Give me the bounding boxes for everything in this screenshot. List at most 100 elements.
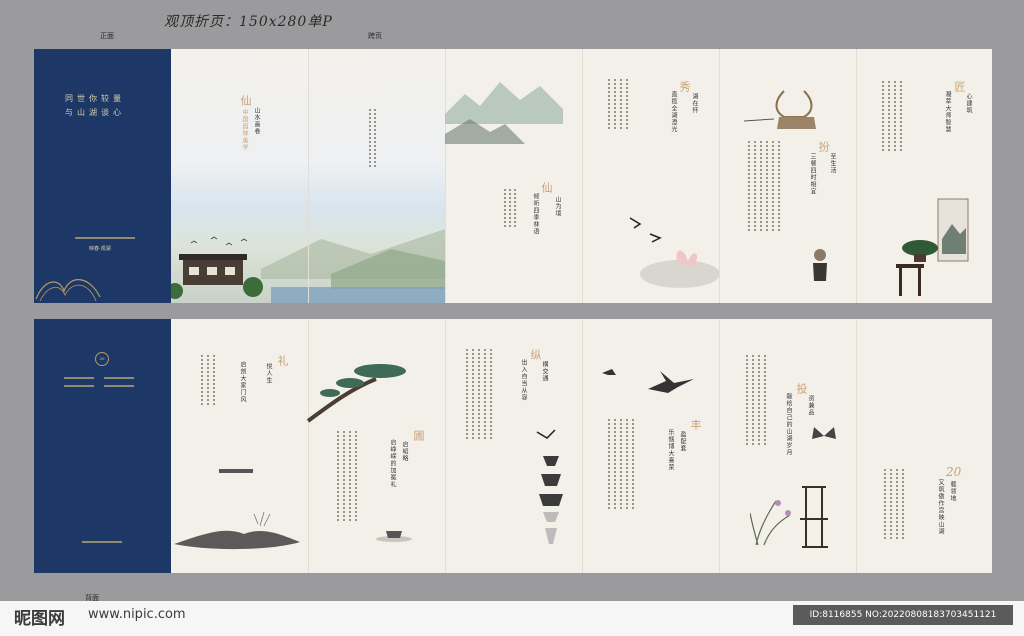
chair-orchid-icon: [750, 486, 828, 548]
nipic-logo: 昵图网: [14, 609, 65, 629]
text-column: [608, 419, 610, 509]
bottom-panel4-sub1: 横交通: [541, 361, 548, 382]
text-column: [490, 349, 492, 439]
bottom-panel4-sub2: 出入自当从容: [520, 359, 527, 401]
text-column: [894, 81, 896, 151]
bottom-spread: 20 礼 悦人生 启剖大家门风 圃 启韬略 启峥嵘的加冕礼 纵 横交通 出入自当…: [34, 319, 992, 573]
text-column: [207, 355, 209, 405]
cover-line-2: 与山湖谈心: [65, 108, 125, 117]
bottom-panel2-sub2: 启剖大家门风: [239, 361, 246, 403]
text-column: [746, 355, 748, 445]
bottom-panel5-sub1: 盈配套: [679, 431, 686, 452]
text-column: [766, 141, 768, 231]
bottom-panel2-sub1: 悦人生: [265, 363, 272, 384]
fold-line: [582, 319, 583, 573]
top-panel2-sub1: 山水画卷: [253, 107, 260, 135]
text-column: [890, 469, 892, 539]
text-column: [882, 81, 884, 151]
text-column: [884, 469, 886, 539]
fold-line: [582, 49, 583, 303]
text-column: [478, 349, 480, 439]
pagoda-icon: [536, 429, 563, 544]
gold-wave-icon: [35, 279, 101, 302]
fold-line: [856, 49, 857, 303]
top-spread: 同世你较量 与山湖谈心 映春·观湖 仙 山水画卷 中国园林美学 仙 山为境 倾听…: [34, 49, 992, 303]
text-column: [343, 431, 345, 521]
figure-icon: [813, 249, 827, 281]
bottom-panel3-sub2: 启峥嵘的加冕礼: [389, 439, 396, 488]
top-panel5-sub1: 湖在怀: [691, 93, 698, 114]
text-column: [466, 349, 468, 439]
text-column: [608, 79, 610, 129]
text-column: [748, 141, 750, 231]
bottom-panel7-sub2: 又筑傲作宫映山湖: [937, 479, 944, 535]
text-column: [626, 79, 628, 129]
bottom-panel6-heading: 投: [795, 383, 808, 394]
cover-subtitle-line: [75, 237, 135, 239]
fold-line: [856, 319, 857, 573]
text-column: [758, 355, 760, 445]
top-panel6-sub2: 三餐四时相宜: [809, 153, 816, 195]
bottom-cover: 20: [34, 319, 171, 573]
text-column: [201, 355, 203, 405]
bottom-panel6-sub2: 献给自己的山湖岁月: [785, 393, 792, 456]
text-column: [374, 109, 376, 169]
cover-footer-line: [82, 541, 122, 543]
text-column: [778, 141, 780, 231]
fold-line: [445, 319, 446, 573]
text-column: [632, 419, 634, 509]
ink-mountain-icon: [445, 82, 563, 144]
cover-text-line: [64, 385, 94, 387]
text-column: [626, 419, 628, 509]
fold-line: [719, 49, 720, 303]
text-column: [900, 81, 902, 151]
lotus-bird-icon: [629, 217, 720, 288]
text-column: [620, 79, 622, 129]
top-cover: 同世你较量 与山湖谈心 映春·观湖: [34, 49, 171, 303]
cover-text-line: [104, 377, 134, 379]
text-column: [614, 79, 616, 129]
cover-brand: 映春·观湖: [89, 246, 111, 252]
text-column: [349, 431, 351, 521]
bottom-panel3-heading: 圃: [412, 430, 425, 441]
bottom-panel2-heading: 礼: [276, 355, 289, 366]
teapot-icon: [744, 90, 816, 129]
top-panel4-sub1: 山为境: [554, 196, 561, 217]
top-panel7-heading: 匠: [953, 81, 966, 92]
label-front: 正面: [100, 32, 114, 40]
top-panel6-sub1: 至生活: [829, 153, 836, 174]
text-column: [620, 419, 622, 509]
text-column: [772, 141, 774, 231]
top-panel2-sub2: 中国园林美学: [241, 109, 248, 151]
text-column: [764, 355, 766, 445]
text-column: [514, 189, 516, 229]
page-title: 观顶折页：150x280单P: [164, 14, 333, 30]
cover-emblem: 20: [95, 352, 109, 366]
cover-text-line: [104, 385, 134, 387]
label-spread: 跨页: [368, 32, 382, 40]
text-column: [337, 431, 339, 521]
text-column: [760, 141, 762, 231]
bottom-panel7-sub1: 载领地: [949, 481, 956, 502]
fold-line: [308, 49, 309, 303]
cover-text-line: [64, 377, 94, 379]
cover-line-1: 同世你较量: [65, 94, 125, 103]
pine-branch-icon: [306, 364, 406, 423]
butterfly-icon: [812, 427, 836, 439]
teacup-icon: [376, 531, 412, 542]
text-column: [355, 431, 357, 521]
text-column: [484, 349, 486, 439]
text-column: [472, 349, 474, 439]
text-column: [213, 355, 215, 405]
text-column: [896, 469, 898, 539]
top-panel7-sub1: 心建筑: [965, 93, 972, 114]
text-column: [754, 141, 756, 231]
top-panel7-sub2: 凝萃大师智慧: [944, 91, 951, 133]
top-panel6-heading: 扮: [817, 141, 830, 152]
nipic-url[interactable]: www.nipic.com: [88, 607, 186, 622]
top-panel5-heading: 秀: [678, 81, 691, 92]
bonsai-scroll-icon: [896, 198, 969, 296]
bottom-panel5-sub2: 乐惬博大喜荣: [667, 429, 674, 471]
bottom-panel6-sub1: 资兼品: [807, 395, 814, 416]
bottom-panel4-heading: 纵: [529, 349, 542, 360]
